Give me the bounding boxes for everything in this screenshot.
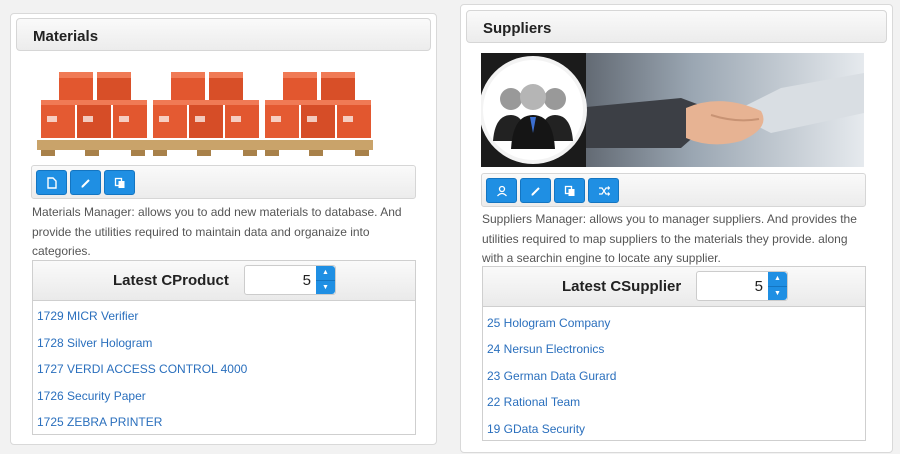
latest-suppliers-header: Latest CSupplier 5 ▲ ▼ [483, 267, 865, 307]
map-supplier-button[interactable] [588, 178, 619, 203]
materials-image [37, 72, 373, 156]
suppliers-toolbar [481, 173, 866, 207]
spin-down-icon[interactable]: ▼ [768, 287, 787, 301]
edit-icon [80, 178, 90, 188]
latest-products-header: Latest CProduct 5 ▲ ▼ [33, 261, 415, 301]
supplier-link[interactable]: 25 Hologram Company [487, 316, 610, 330]
edit-supplier-button[interactable] [520, 178, 551, 203]
supplier-count-spinner[interactable]: 5 ▲ ▼ [696, 271, 788, 301]
product-link[interactable]: 1725 ZEBRA PRINTER [37, 415, 162, 429]
supplier-count-value: 5 [754, 278, 763, 295]
product-count-value: 5 [302, 272, 311, 289]
edit-icon [530, 186, 540, 196]
product-link[interactable]: 1729 MICR Verifier [37, 309, 138, 323]
latest-products-title: Latest CProduct [113, 272, 229, 289]
materials-panel: Materials Materials Manager: allows you … [10, 13, 437, 445]
latest-products-box: Latest CProduct 5 ▲ ▼ 1729 MICR Verifier… [32, 260, 416, 435]
new-file-icon [47, 176, 57, 189]
product-link[interactable]: 1726 Security Paper [37, 389, 146, 403]
shuffle-icon [598, 185, 610, 196]
user-icon [496, 185, 507, 196]
supplier-contact-button[interactable] [486, 178, 517, 203]
suppliers-panel-title: Suppliers [466, 10, 887, 43]
materials-description: Materials Manager: allows you to add new… [32, 205, 402, 258]
copy-icon [114, 177, 124, 188]
new-material-button[interactable] [36, 170, 67, 195]
supplier-link[interactable]: 24 Nersun Electronics [487, 342, 604, 356]
materials-panel-title: Materials [16, 18, 431, 51]
supplier-link[interactable]: 19 GData Security [487, 422, 585, 436]
copy-icon [564, 185, 574, 196]
supplier-link[interactable]: 23 German Data Gurard [487, 369, 616, 383]
materials-toolbar [31, 165, 416, 199]
spin-up-icon[interactable]: ▲ [768, 272, 787, 287]
suppliers-panel: Suppliers Suppliers Manager: allows you … [460, 4, 893, 453]
spin-up-icon[interactable]: ▲ [316, 266, 335, 281]
product-count-spinner[interactable]: 5 ▲ ▼ [244, 265, 336, 295]
edit-material-button[interactable] [70, 170, 101, 195]
suppliers-description: Suppliers Manager: allows you to manager… [482, 212, 857, 265]
spin-down-icon[interactable]: ▼ [316, 281, 335, 295]
product-link[interactable]: 1728 Silver Hologram [37, 336, 152, 350]
product-link[interactable]: 1727 VERDI ACCESS CONTROL 4000 [37, 362, 247, 376]
latest-suppliers-box: Latest CSupplier 5 ▲ ▼ 25 Hologram Compa… [482, 266, 866, 441]
copy-material-button[interactable] [104, 170, 135, 195]
suppliers-image [481, 53, 864, 167]
latest-suppliers-title: Latest CSupplier [562, 278, 682, 295]
supplier-link[interactable]: 22 Rational Team [487, 395, 580, 409]
copy-supplier-button[interactable] [554, 178, 585, 203]
